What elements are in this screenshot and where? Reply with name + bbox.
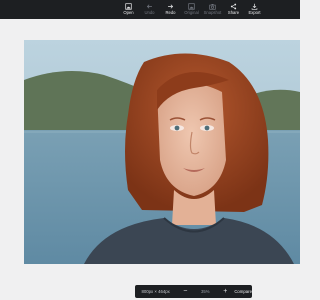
undo-button[interactable]: Undo	[139, 0, 160, 19]
undo-label: Undo	[144, 10, 155, 15]
export-label: Export	[248, 10, 261, 15]
open-button[interactable]: Open	[118, 0, 139, 19]
photo-preview[interactable]	[24, 40, 300, 264]
snapshot-button[interactable]: Snapshot	[202, 0, 223, 19]
open-label: Open	[123, 10, 134, 15]
zoom-controls: − 35% +	[181, 287, 229, 297]
original-button[interactable]: Original	[181, 0, 202, 19]
image-dimensions: 800px × 464px	[141, 289, 170, 294]
camera-icon	[209, 2, 216, 10]
share-button[interactable]: Share	[223, 0, 244, 19]
zoom-level: 35%	[201, 289, 210, 294]
top-toolbar: Open Undo Redo Original Snapshot Share E…	[0, 0, 300, 19]
snapshot-label: Snapshot	[203, 10, 222, 15]
original-label: Original	[184, 10, 199, 15]
share-label: Share	[227, 10, 240, 15]
toolbar-actions: Open Undo Redo Original Snapshot Share E…	[118, 0, 265, 19]
download-icon	[251, 2, 258, 10]
share-icon	[230, 2, 237, 10]
compare-button[interactable]: Compare	[234, 289, 252, 294]
export-button[interactable]: Export	[244, 0, 265, 19]
redo-button[interactable]: Redo	[160, 0, 181, 19]
arrow-left-icon	[146, 2, 153, 10]
zoom-in-button[interactable]: +	[221, 287, 229, 297]
portrait-photo	[24, 40, 300, 264]
bottom-status-bar: 800px × 464px − 35% + Compare	[135, 285, 252, 298]
zoom-out-button[interactable]: −	[181, 287, 189, 297]
redo-label: Redo	[165, 10, 176, 15]
image-icon	[125, 2, 132, 10]
image-icon	[188, 2, 195, 10]
arrow-right-icon	[167, 2, 174, 10]
